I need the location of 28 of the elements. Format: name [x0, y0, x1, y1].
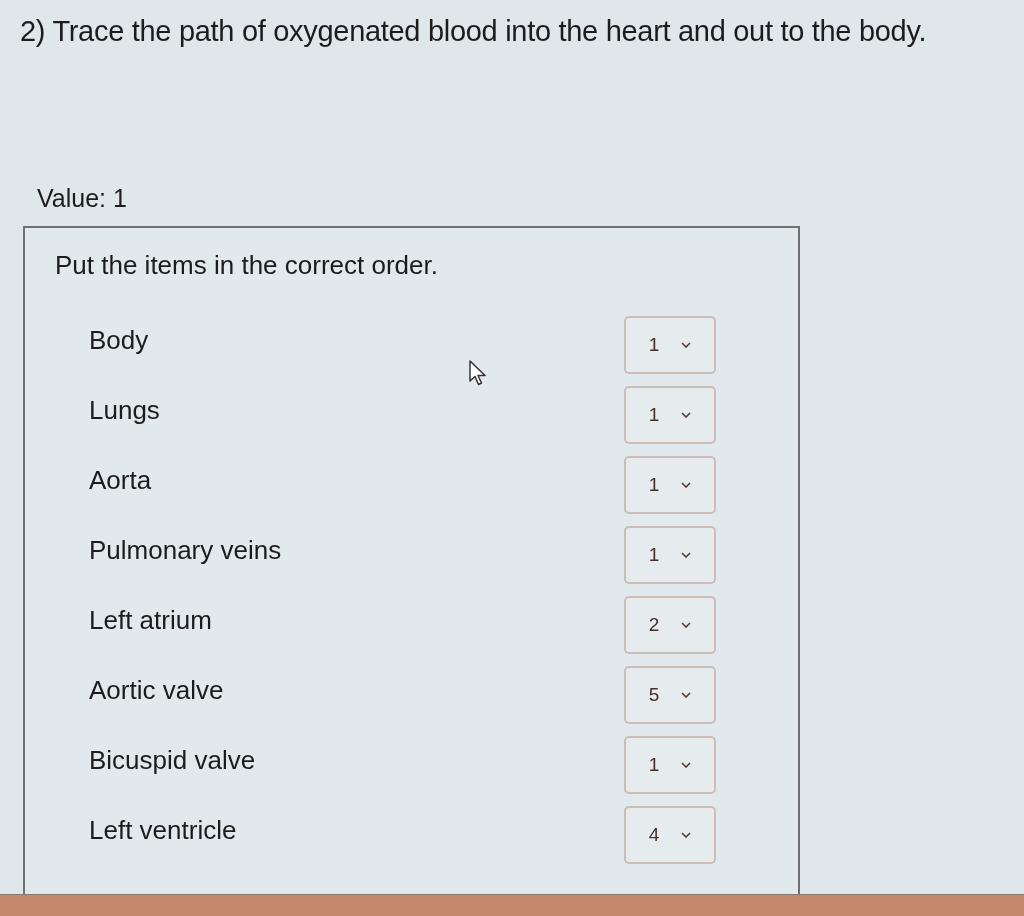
- chevron-down-icon: [681, 762, 692, 768]
- instruction-text: Put the items in the correct order.: [55, 249, 438, 282]
- item-label: Aorta: [89, 464, 153, 496]
- chevron-down-icon: [681, 412, 692, 418]
- order-dropdown[interactable]: 1: [624, 526, 716, 584]
- chevron-down-icon: [681, 552, 692, 558]
- order-dropdown[interactable]: 5: [624, 666, 716, 724]
- item-label: Bicuspid valve: [89, 744, 257, 776]
- value-label: Value: 1: [37, 183, 127, 214]
- order-dropdown[interactable]: 2: [624, 596, 716, 654]
- order-dropdown[interactable]: 1: [624, 736, 716, 794]
- chevron-down-icon: [681, 832, 692, 838]
- item-label: Body: [89, 324, 150, 356]
- item-label: Lungs: [89, 394, 161, 426]
- item-label: Left ventricle: [89, 814, 238, 846]
- question-text: 2) Trace the path of oxygenated blood into the heart and out to the body.: [20, 14, 927, 49]
- chevron-down-icon: [681, 622, 692, 628]
- order-dropdown[interactable]: 1: [624, 316, 716, 374]
- chevron-down-icon: [681, 342, 692, 348]
- cursor-icon: [468, 360, 488, 386]
- item-label: Aortic valve: [89, 674, 225, 706]
- chevron-down-icon: [681, 692, 692, 698]
- order-dropdown[interactable]: 1: [624, 456, 716, 514]
- item-label: Left atrium: [89, 604, 213, 636]
- chevron-down-icon: [681, 482, 692, 488]
- item-label: Pulmonary veins: [89, 534, 283, 566]
- order-dropdown[interactable]: 1: [624, 386, 716, 444]
- order-dropdown[interactable]: 4: [624, 806, 716, 864]
